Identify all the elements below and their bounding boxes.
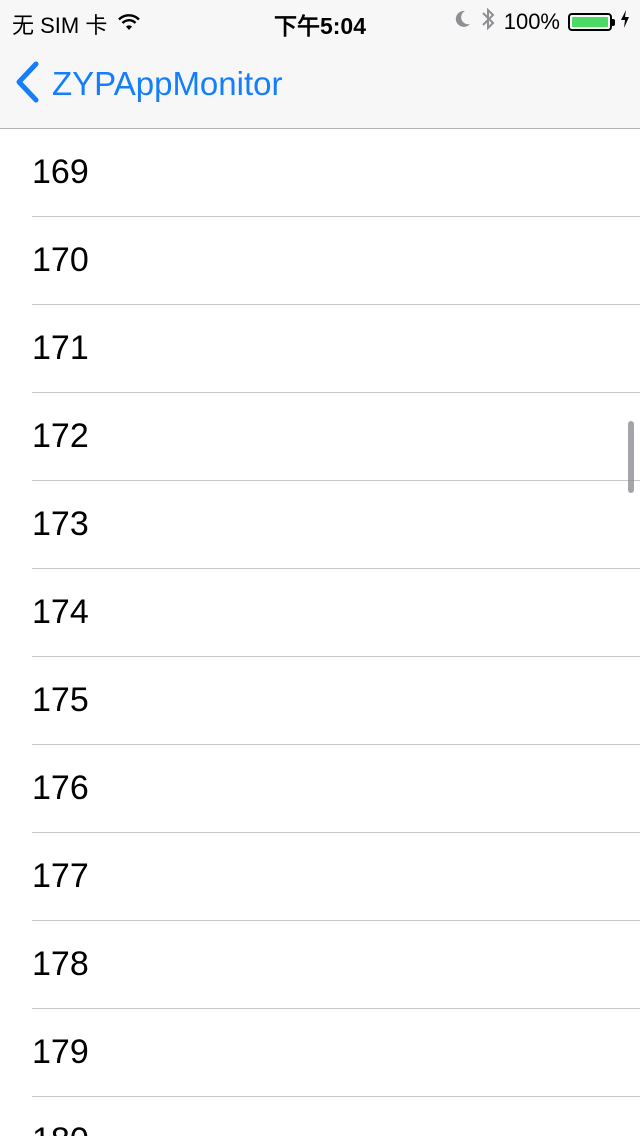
table-row-label: 174	[32, 593, 89, 631]
table-view[interactable]: 169 170 171 172 173 174 175 176 177 178 179 180	[0, 129, 640, 1136]
battery-tip	[612, 19, 615, 26]
scroll-indicator[interactable]	[628, 421, 634, 493]
battery-percent: 100%	[503, 9, 560, 34]
table-row-label: 180	[32, 1121, 89, 1136]
table-row-label: 175	[32, 681, 89, 719]
table-row-label: 179	[32, 1033, 89, 1071]
bluetooth-icon	[480, 7, 496, 37]
table-row[interactable]: 175	[32, 657, 640, 745]
moon-icon	[452, 9, 472, 35]
charging-icon	[620, 9, 630, 35]
table-row[interactable]: 174	[32, 569, 640, 657]
table-row[interactable]: 172	[32, 393, 640, 481]
table-row[interactable]: 176	[32, 745, 640, 833]
table-row[interactable]: 170	[32, 217, 640, 305]
table-row-label: 178	[32, 945, 89, 983]
table-row[interactable]: 180	[32, 1097, 640, 1136]
table-row[interactable]: 169	[32, 129, 640, 217]
table-row-label: 170	[32, 241, 89, 279]
back-button-label: ZYPAppMonitor	[52, 65, 283, 102]
table-row-label: 177	[32, 857, 89, 895]
table-rows: 169 170 171 172 173 174 175 176 177 178 179 180	[0, 129, 640, 1136]
table-row[interactable]: 178	[32, 921, 640, 1009]
table-row[interactable]: 171	[32, 305, 640, 393]
table-row-label: 169	[32, 153, 89, 191]
table-row-label: 171	[32, 329, 89, 367]
battery-icon	[568, 13, 615, 31]
status-right: 100%	[452, 7, 630, 37]
table-row[interactable]: 179	[32, 1009, 640, 1097]
table-row-label: 173	[32, 505, 89, 543]
navigation-bar: ZYPAppMonitor	[0, 40, 640, 129]
table-row-label: 172	[32, 417, 89, 455]
chevron-left-icon	[14, 61, 40, 108]
back-button[interactable]: ZYPAppMonitor	[14, 60, 282, 108]
table-row-label: 176	[32, 769, 89, 807]
status-bar: 无 SIM 卡 下午5:04 100%	[0, 0, 640, 40]
table-row[interactable]: 173	[32, 481, 640, 569]
battery-fill	[572, 17, 608, 27]
table-row[interactable]: 177	[32, 833, 640, 921]
